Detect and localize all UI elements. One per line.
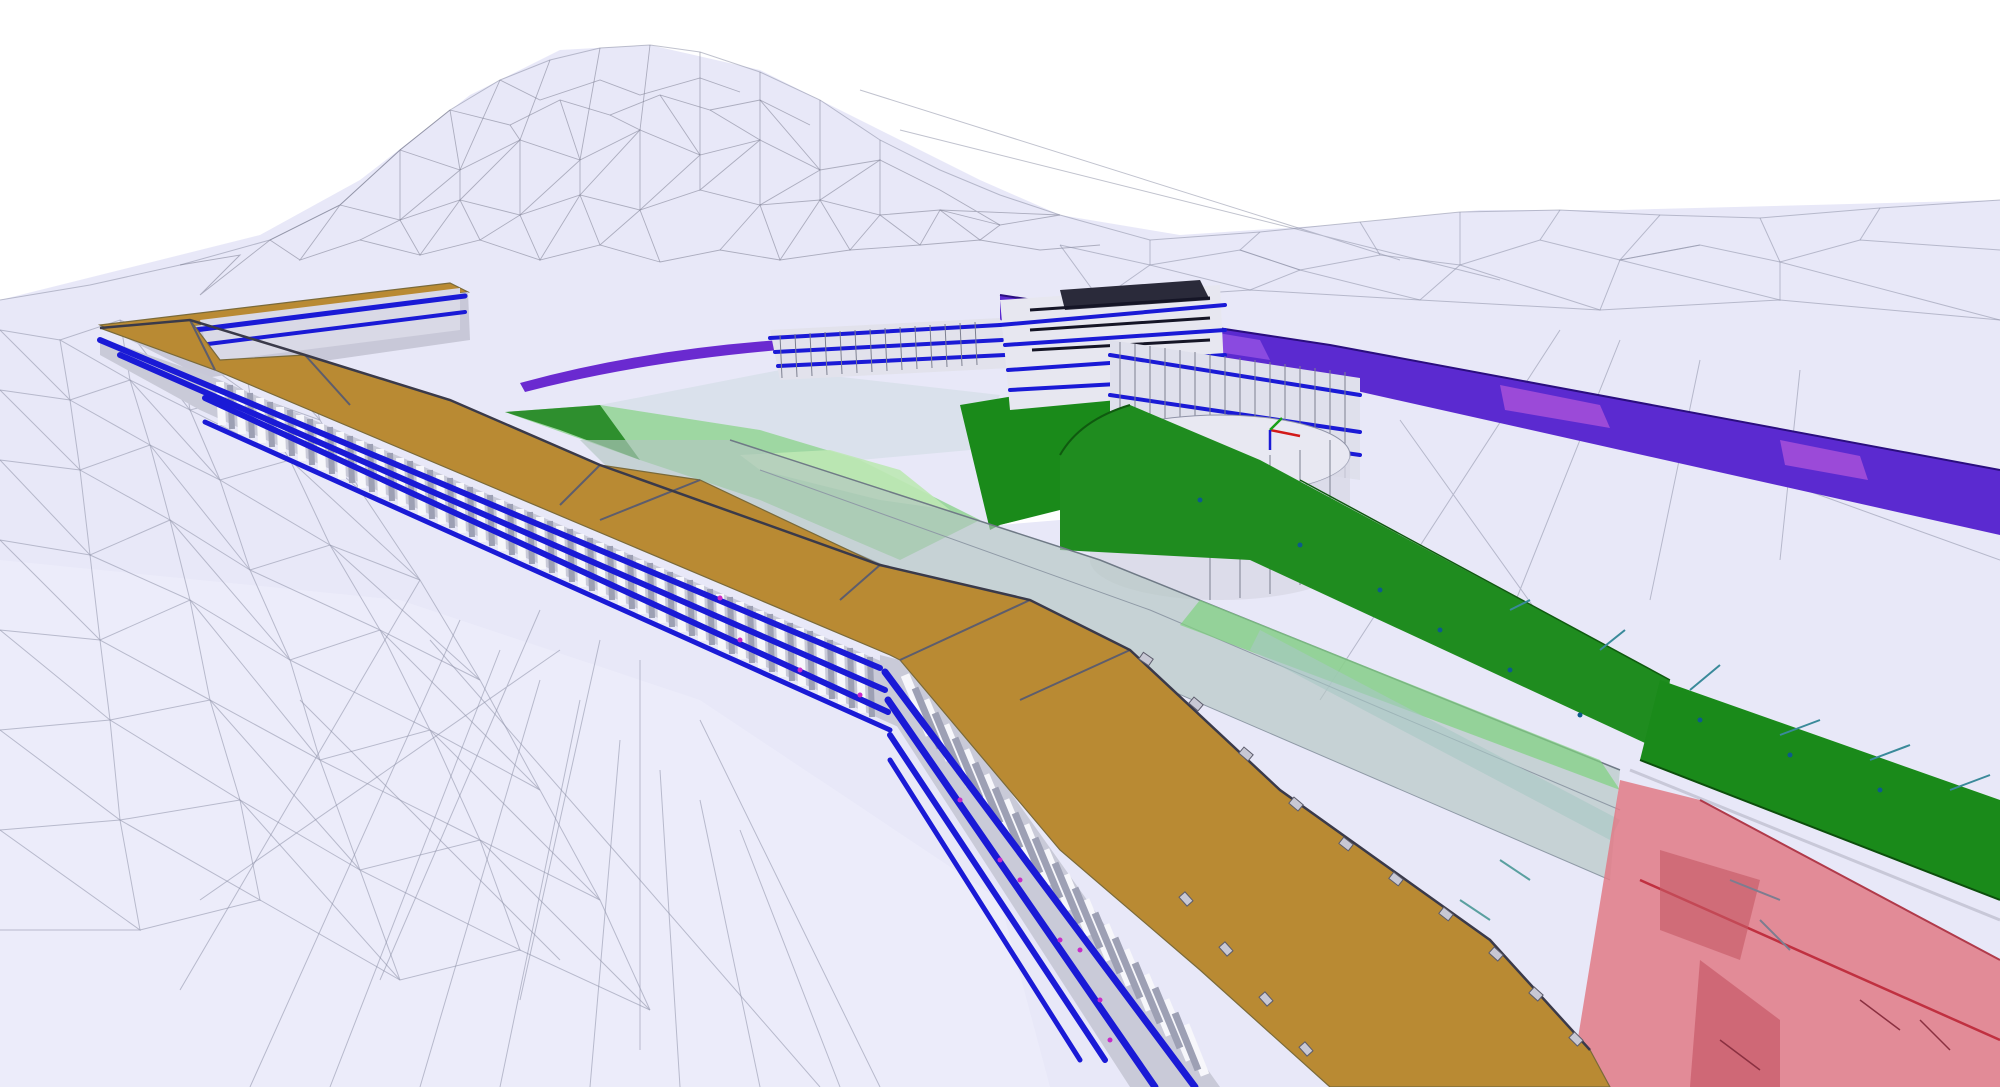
structural-model-scene[interactable] xyxy=(0,0,2000,1087)
3d-model-viewport[interactable] xyxy=(0,0,2000,1087)
